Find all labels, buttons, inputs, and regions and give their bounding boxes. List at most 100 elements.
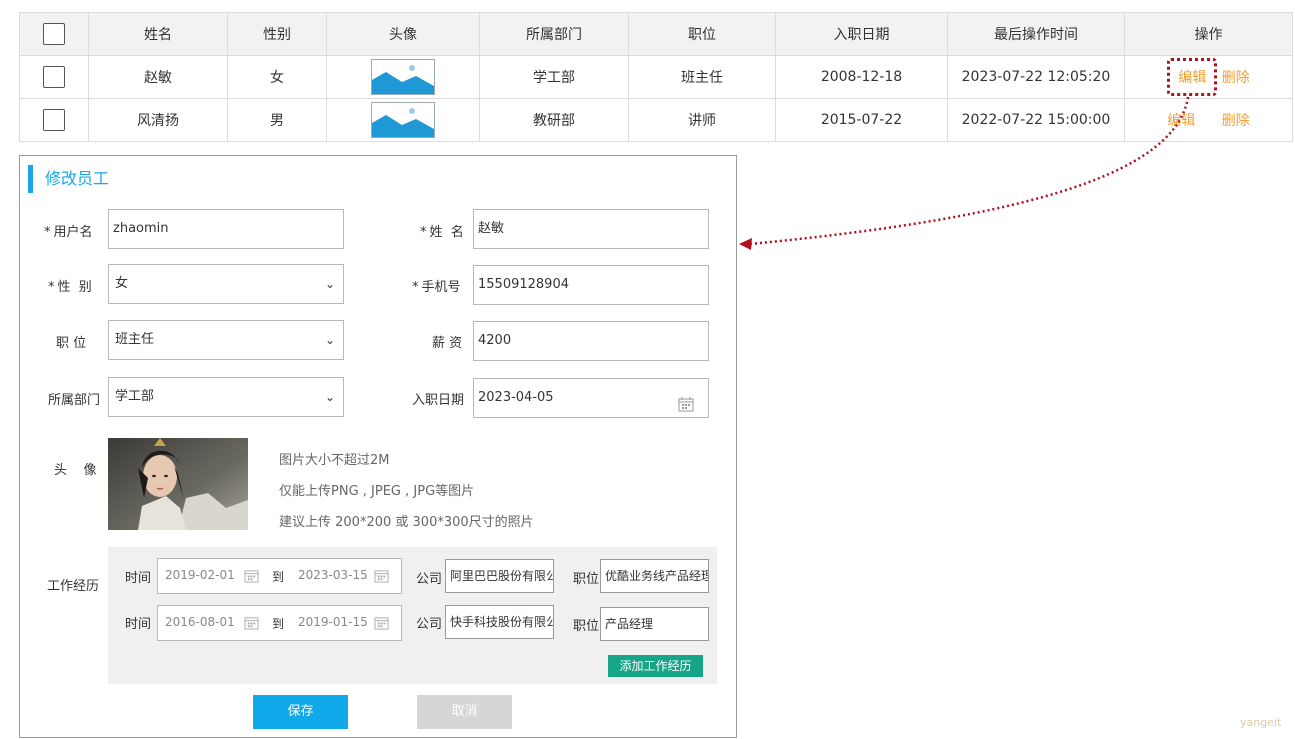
- avatar-hint-size: 图片大小不超过2M: [279, 453, 390, 468]
- row-checkbox[interactable]: [43, 66, 65, 88]
- work-date-range[interactable]: 2016-08-01 到 2019-01-15: [157, 605, 402, 641]
- work-company-field[interactable]: 阿里巴巴股份有限公司: [445, 559, 554, 593]
- header-name: 姓名: [88, 12, 228, 56]
- phone-label: * 手机号: [412, 280, 461, 295]
- dept-label: 所属部门: [48, 393, 101, 408]
- work-company-label: 公司: [416, 617, 443, 632]
- cell-name: 风清扬: [88, 98, 228, 142]
- calendar-icon[interactable]: [374, 569, 389, 586]
- phone-field[interactable]: 15509128904: [473, 265, 709, 305]
- work-end-date[interactable]: 2019-01-15: [298, 615, 368, 629]
- header-position: 职位: [628, 12, 776, 56]
- avatar-hint-format: 仅能上传PNG , JPEG , JPG等图片: [279, 484, 475, 499]
- cell-dept: 学工部: [479, 55, 629, 99]
- header-entry-date: 入职日期: [775, 12, 948, 56]
- cell-gender: 女: [227, 55, 327, 99]
- chevron-down-icon: ⌄: [324, 333, 335, 347]
- cell-updated: 2022-07-22 15:00:00: [947, 98, 1125, 142]
- entry-date-value: 2023-04-05: [478, 390, 554, 405]
- header-actions: 操作: [1124, 12, 1293, 56]
- cell-position: 讲师: [628, 98, 776, 142]
- table-row: 赵敏 女 学工部 班主任 2008-12-18 2023-07-22 12:05…: [19, 55, 1293, 99]
- cell-avatar: [326, 55, 480, 99]
- work-to-label: 到: [272, 570, 285, 584]
- gender-label: * 性 别: [48, 280, 92, 295]
- select-all-checkbox[interactable]: [43, 23, 65, 45]
- work-position-label: 职位: [573, 572, 600, 587]
- cell-position: 班主任: [628, 55, 776, 99]
- work-time-label: 时间: [125, 571, 152, 586]
- dialog-title: 修改员工: [28, 165, 109, 193]
- chevron-down-icon: ⌄: [324, 390, 335, 404]
- avatar-hint-dimension: 建议上传 200*200 或 300*300尺寸的照片: [279, 515, 534, 530]
- position-select[interactable]: 班主任 ⌄: [108, 320, 344, 360]
- cell-actions: 编辑 删除: [1124, 98, 1293, 142]
- delete-link[interactable]: 删除: [1222, 70, 1250, 86]
- cancel-button[interactable]: 取消: [417, 695, 512, 729]
- work-position-field[interactable]: 优酷业务线产品经理: [600, 559, 709, 593]
- row-select-cell[interactable]: [19, 55, 89, 99]
- add-work-experience-button[interactable]: 添加工作经历: [608, 655, 703, 677]
- work-time-label: 时间: [125, 617, 152, 632]
- position-label: 职 位: [56, 336, 87, 351]
- save-button[interactable]: 保存: [253, 695, 348, 729]
- avatar-label: 头 像: [54, 463, 97, 478]
- image-placeholder-icon: [371, 102, 435, 138]
- position-select-value: 班主任: [115, 332, 155, 347]
- entry-date-label: 入职日期: [412, 393, 465, 408]
- image-placeholder-icon: [371, 59, 435, 95]
- edit-link[interactable]: 编辑: [1167, 113, 1195, 129]
- entry-date-field[interactable]: 2023-04-05: [473, 378, 709, 418]
- row-select-cell[interactable]: [19, 98, 89, 142]
- select-all-cell[interactable]: [19, 12, 89, 56]
- work-position-field[interactable]: 产品经理: [600, 607, 709, 641]
- header-dept: 所属部门: [479, 12, 629, 56]
- username-field[interactable]: zhaomin: [108, 209, 344, 249]
- cell-entry-date: 2008-12-18: [775, 55, 948, 99]
- cell-dept: 教研部: [479, 98, 629, 142]
- delete-link[interactable]: 删除: [1222, 113, 1250, 129]
- cell-entry-date: 2015-07-22: [775, 98, 948, 142]
- work-end-date[interactable]: 2023-03-15: [298, 568, 368, 582]
- work-company-field[interactable]: 快手科技股份有限公司: [445, 605, 554, 639]
- header-gender: 性别: [227, 12, 327, 56]
- edit-employee-dialog: 修改员工 * 用户名 zhaomin * 姓 名 赵敏 * 性 别 女 ⌄ * 手机号 …: [19, 155, 737, 738]
- work-to-label: 到: [272, 617, 285, 631]
- work-start-date[interactable]: 2016-08-01: [165, 615, 235, 629]
- work-company-label: 公司: [416, 572, 443, 587]
- employee-table: 姓名 性别 头像 所属部门 职位 入职日期 最后操作时间 操作 赵敏 女 学工部…: [19, 12, 1293, 142]
- calendar-icon[interactable]: [244, 616, 259, 633]
- avatar-photo[interactable]: [108, 438, 248, 530]
- row-checkbox[interactable]: [43, 109, 65, 131]
- calendar-icon[interactable]: [244, 569, 259, 586]
- watermark: yangeit: [1240, 716, 1282, 729]
- calendar-icon[interactable]: [678, 390, 694, 417]
- chevron-down-icon: ⌄: [324, 277, 335, 291]
- header-avatar: 头像: [326, 12, 480, 56]
- cell-avatar: [326, 98, 480, 142]
- edit-highlight: 编辑: [1167, 58, 1218, 96]
- name-field[interactable]: 赵敏: [473, 209, 709, 249]
- calendar-icon[interactable]: [374, 616, 389, 633]
- cell-actions: 编辑 删除: [1124, 55, 1293, 99]
- dept-select[interactable]: 学工部 ⌄: [108, 377, 344, 417]
- table-header-row: 姓名 性别 头像 所属部门 职位 入职日期 最后操作时间 操作: [19, 12, 1293, 56]
- dept-select-value: 学工部: [115, 389, 155, 404]
- work-experience-section: 时间 2019-02-01 到 2023-03-15 公司 阿里巴巴股份有限公司…: [108, 547, 717, 684]
- edit-link[interactable]: 编辑: [1178, 70, 1206, 86]
- gender-select-value: 女: [115, 276, 129, 291]
- salary-label: 薪 资: [432, 336, 463, 351]
- cell-name: 赵敏: [88, 55, 228, 99]
- work-position-label: 职位: [573, 619, 600, 634]
- name-label: * 姓 名: [420, 225, 464, 240]
- username-label: * 用户名: [44, 225, 93, 240]
- work-date-range[interactable]: 2019-02-01 到 2023-03-15: [157, 558, 402, 594]
- table-row: 风清扬 男 教研部 讲师 2015-07-22 2022-07-22 15:00…: [19, 98, 1293, 142]
- work-start-date[interactable]: 2019-02-01: [165, 568, 235, 582]
- cell-updated: 2023-07-22 12:05:20: [947, 55, 1125, 99]
- salary-field[interactable]: 4200: [473, 321, 709, 361]
- header-updated: 最后操作时间: [947, 12, 1125, 56]
- gender-select[interactable]: 女 ⌄: [108, 264, 344, 304]
- work-label: 工作经历: [47, 579, 100, 594]
- cell-gender: 男: [227, 98, 327, 142]
